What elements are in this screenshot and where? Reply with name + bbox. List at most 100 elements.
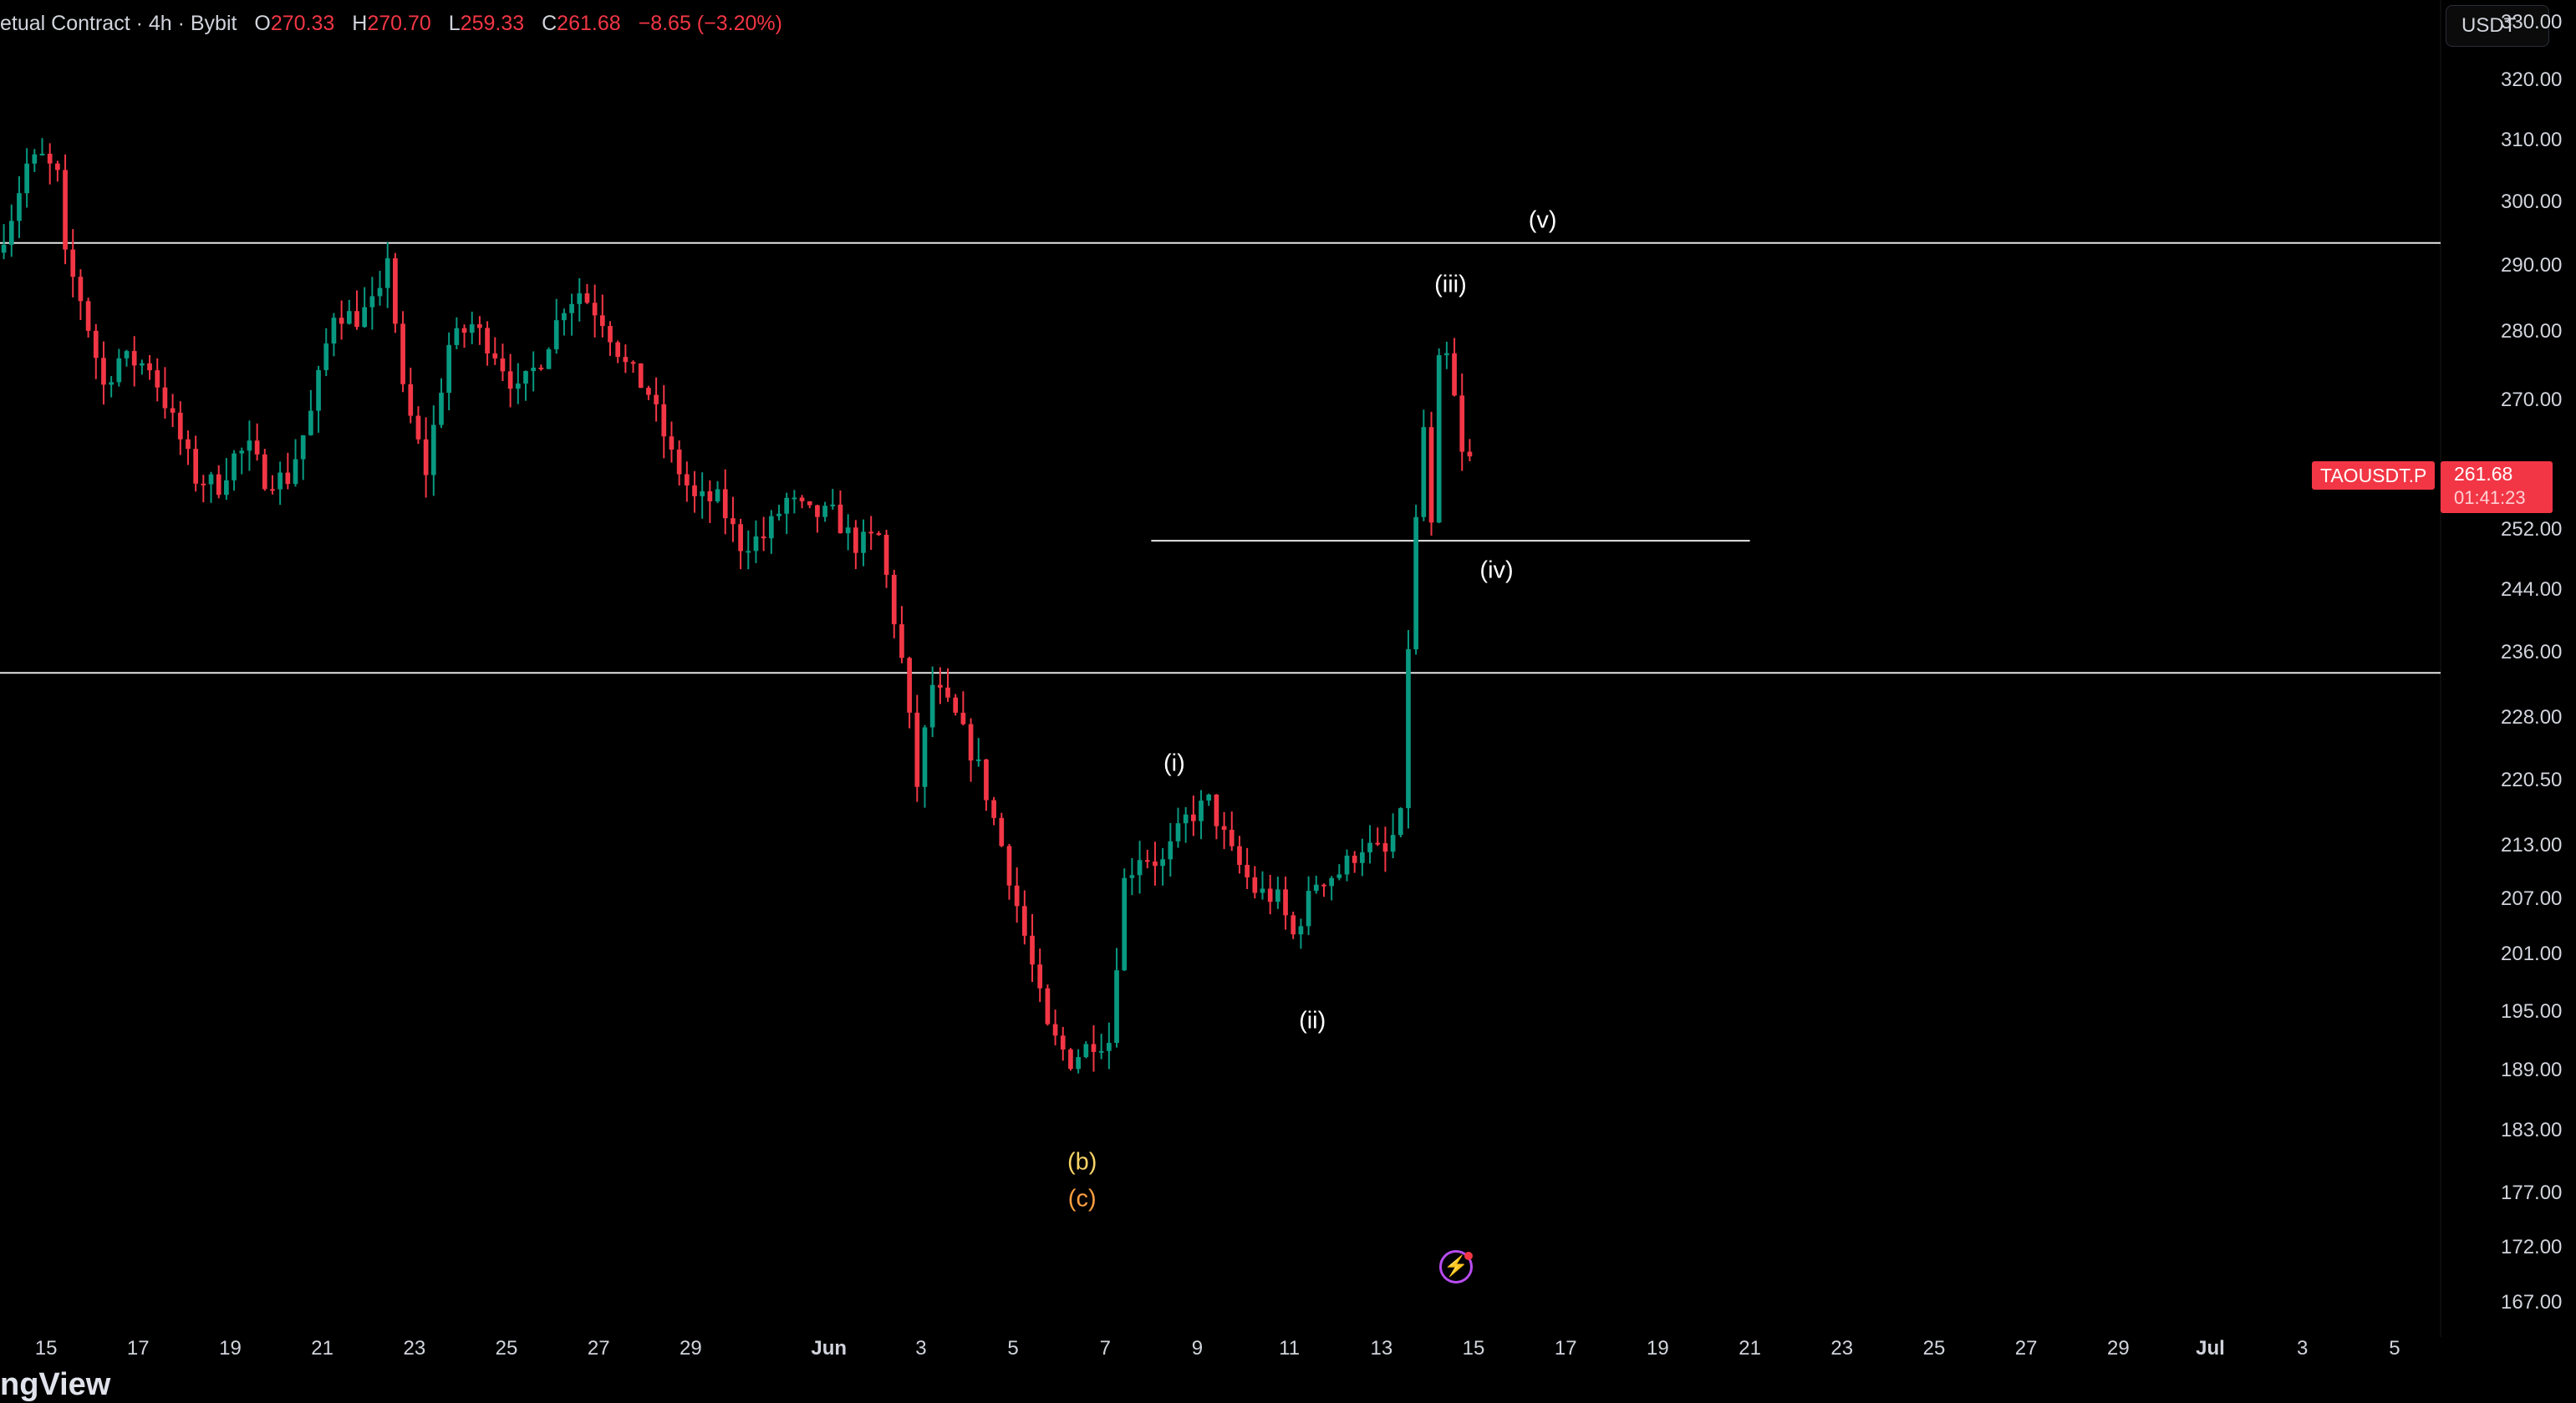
candlestick-series [1, 138, 1473, 1074]
candle-body [63, 170, 68, 250]
candle-body [1006, 846, 1012, 886]
candle-body [369, 296, 375, 308]
candle-body [922, 727, 928, 787]
symbol-legend: etual Contract · 4h · Bybit O270.33 H270… [0, 12, 782, 36]
candle-body [546, 349, 552, 369]
wave-label[interactable]: (iv) [1479, 557, 1513, 585]
chart-canvas[interactable] [0, 0, 2576, 1390]
legend-low-value: 259.33 [460, 12, 525, 35]
price-tick: 195.00 [2501, 999, 2563, 1023]
candle-body [523, 371, 528, 384]
wave-label[interactable]: (iii) [1434, 272, 1467, 299]
candle-body [784, 497, 790, 514]
candle-body [155, 370, 160, 388]
candle-body [968, 724, 974, 761]
candle-body [692, 485, 697, 496]
candle-body [1406, 648, 1411, 809]
candle-body [899, 624, 904, 658]
candle-body [423, 439, 429, 475]
candle-body [1068, 1049, 1073, 1070]
candle-body [822, 506, 827, 517]
candle-body [669, 436, 675, 450]
candle-body [32, 154, 38, 164]
candle-body [339, 318, 344, 324]
candle-body [1459, 395, 1465, 452]
wave-label[interactable]: (c) [1068, 1185, 1097, 1212]
candle-body [776, 513, 781, 516]
candle-body [1014, 885, 1020, 907]
candle-body [861, 531, 866, 553]
time-tick: 11 [1279, 1337, 1301, 1360]
candle-body [792, 497, 797, 500]
candle-body [254, 440, 260, 455]
notification-dot [1464, 1252, 1473, 1260]
wave-label[interactable]: (v) [1529, 207, 1557, 235]
candle-body [929, 684, 935, 728]
wave-label[interactable]: (i) [1163, 750, 1185, 777]
candle-body [1382, 843, 1388, 852]
bar-countdown: 01:41:23 [2454, 487, 2526, 508]
candle-body [807, 501, 812, 506]
candle-body [684, 474, 690, 485]
candle-body [553, 320, 559, 350]
candle-body [991, 800, 996, 818]
candle-body [1336, 874, 1342, 878]
candle-body [768, 516, 774, 539]
candle-body [1137, 860, 1143, 876]
candle-body [47, 154, 53, 164]
candle-body [1091, 1044, 1097, 1052]
candle-body [1122, 877, 1128, 971]
candle-body [70, 249, 76, 277]
time-tick: 25 [495, 1337, 518, 1360]
candle-body [1144, 860, 1150, 862]
price-tick: 244.00 [2501, 578, 2563, 602]
time-tick: 13 [1370, 1337, 1393, 1360]
candle-body [1306, 891, 1311, 927]
legend-open-value: 270.33 [270, 12, 335, 35]
time-tick: 7 [1099, 1337, 1111, 1360]
price-tick: 220.50 [2501, 769, 2563, 792]
candle-body [8, 221, 14, 245]
price-tick: 270.00 [2501, 388, 2563, 411]
candle-body [569, 303, 574, 313]
price-tick: 213.00 [2501, 833, 2563, 857]
wave-label[interactable]: (b) [1067, 1148, 1097, 1176]
time-tick: 15 [34, 1337, 58, 1360]
time-tick: 21 [311, 1337, 334, 1360]
time-tick: 17 [126, 1337, 150, 1360]
candle-body [293, 459, 298, 485]
time-tick: 17 [1554, 1337, 1577, 1360]
candle-body [147, 363, 152, 371]
price-scale[interactable]: 330.00 320.00 310.00 300.00 290.00 280.00 270.… [2441, 0, 2576, 1337]
candle-body [1214, 794, 1219, 826]
candle-body [1107, 1043, 1112, 1051]
candle-body [454, 328, 460, 345]
price-tick: 201.00 [2501, 943, 2563, 966]
candle-body [883, 535, 889, 575]
candle-body [599, 315, 605, 327]
candle-body [953, 697, 959, 713]
wave-label[interactable]: (ii) [1299, 1008, 1326, 1035]
candle-body [201, 483, 206, 485]
price-tick: 252.00 [2501, 517, 2563, 541]
candle-body [109, 382, 114, 385]
time-axis[interactable]: 15 17 19 21 23 25 27 29 Jun 3 5 7 9 11 13 15 17 19 21 23 25 2… [0, 1337, 2441, 1375]
candle-body [1037, 964, 1043, 989]
brand-logo: ngView [0, 1367, 111, 1402]
time-tick: 27 [587, 1337, 610, 1360]
candle-body [469, 324, 475, 333]
time-tick: 5 [1007, 1337, 1019, 1360]
candle-body [55, 163, 60, 170]
price-tick: 167.00 [2501, 1291, 2563, 1314]
candle-body [408, 384, 414, 416]
candle-body [1168, 841, 1173, 860]
candle-body [1098, 1050, 1104, 1053]
legend-close-label: C [542, 12, 557, 35]
legend-close-value: 261.68 [557, 12, 621, 35]
candle-body [1413, 516, 1418, 649]
candle-body [1052, 1024, 1058, 1036]
candle-body [914, 712, 920, 787]
candle-body [393, 258, 398, 324]
candle-body [507, 371, 513, 389]
candle-body [615, 342, 621, 358]
